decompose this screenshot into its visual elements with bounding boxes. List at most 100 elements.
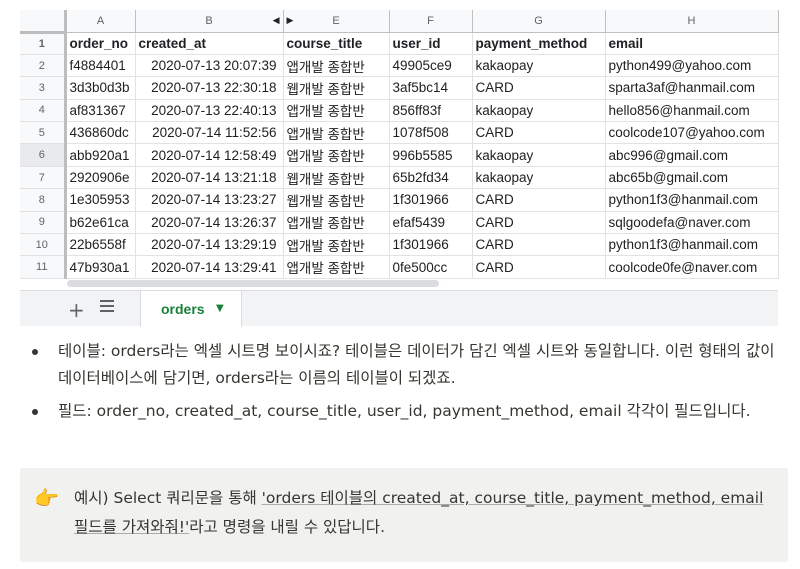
table-cell[interactable]: CARD (472, 233, 606, 257)
table-cell[interactable]: kakaopay (472, 99, 606, 123)
table-cell[interactable]: 앱개발 종합반 (283, 211, 390, 235)
table-cell[interactable]: CARD (472, 255, 606, 279)
table-cell[interactable]: python499@yahoo.com (605, 54, 779, 78)
all-sheets-list-icon[interactable] (100, 300, 114, 314)
table-cell[interactable]: 앱개발 종합반 (283, 99, 390, 123)
table-cell[interactable]: 앱개발 종합반 (283, 233, 390, 257)
table-cell[interactable]: CARD (472, 211, 606, 235)
table-cell[interactable]: 웹개발 종합반 (283, 166, 390, 190)
column-header-f[interactable]: F (389, 10, 473, 33)
table-cell[interactable]: 2020-07-14 12:58:49 (135, 143, 284, 167)
table-cell[interactable]: 웹개발 종합반 (283, 188, 390, 212)
table-cell[interactable]: 0fe500cc (389, 255, 473, 279)
column-header-b[interactable]: B ◀ (135, 10, 284, 33)
table-cell[interactable]: 49905ce9 (389, 54, 473, 78)
table-cell[interactable]: 1e305953 (65, 188, 136, 212)
table-cell[interactable]: 2020-07-13 22:40:13 (135, 99, 284, 123)
table-cell[interactable]: 2020-07-13 20:07:39 (135, 54, 284, 78)
column-header-h[interactable]: H (605, 10, 779, 33)
tab-menu-caret-icon[interactable]: ▼ (216, 303, 224, 314)
add-sheet-button[interactable]: + (68, 298, 85, 322)
table-cell[interactable]: email (605, 32, 779, 55)
table-cell[interactable]: 앱개발 종합반 (283, 255, 390, 279)
table-cell[interactable]: 웹개발 종합반 (283, 76, 390, 100)
bullet-list: 테이블: orders라는 엑셀 시트명 보이시죠? 테이블은 데이터가 담긴 … (30, 338, 790, 431)
table-cell[interactable]: created_at (135, 32, 284, 55)
table-cell[interactable]: 2020-07-14 13:26:37 (135, 211, 284, 235)
column-header-a[interactable]: A (65, 10, 136, 33)
table-cell[interactable]: 2020-07-14 13:23:27 (135, 188, 284, 212)
table-cell[interactable]: 2020-07-14 11:52:56 (135, 121, 284, 145)
table-cell[interactable]: 앱개발 종합반 (283, 121, 390, 145)
table-cell[interactable]: kakaopay (472, 54, 606, 78)
table-cell[interactable]: 앱개발 종합반 (283, 54, 390, 78)
row-number[interactable]: 1 (20, 32, 67, 55)
row-number[interactable]: 11 (20, 255, 67, 279)
table-cell[interactable]: 3d3b0d3b (65, 76, 136, 100)
table-cell[interactable]: 1f301966 (389, 233, 473, 257)
sheet-tab-orders[interactable]: orders ▼ (140, 291, 242, 327)
header-row: 1 order_no created_at course_title user_id pa… (20, 32, 779, 55)
bullet-text: 테이블: orders라는 엑셀 시트명 보이시죠? 테이블은 데이터가 담긴 … (58, 342, 775, 387)
table-cell[interactable]: coolcode107@yahoo.com (605, 121, 779, 145)
table-cell[interactable]: af831367 (65, 99, 136, 123)
table-cell[interactable]: 65b2fd34 (389, 166, 473, 190)
row-number[interactable]: 9 (20, 211, 67, 235)
table-cell[interactable]: python1f3@hanmail.com (605, 233, 779, 257)
row-number[interactable]: 5 (20, 121, 67, 145)
table-cell[interactable]: CARD (472, 76, 606, 100)
table-cell[interactable]: python1f3@hanmail.com (605, 188, 779, 212)
table-cell[interactable]: 2020-07-13 22:30:18 (135, 76, 284, 100)
column-header-g[interactable]: G (472, 10, 606, 33)
hidden-columns-right-arrow-icon[interactable]: ▶ (287, 15, 294, 26)
hidden-columns-left-arrow-icon[interactable]: ◀ (273, 15, 280, 26)
table-cell[interactable]: hello856@hanmail.com (605, 99, 779, 123)
row-number[interactable]: 6 (20, 143, 67, 167)
row-number[interactable]: 8 (20, 188, 67, 212)
row-number[interactable]: 3 (20, 76, 67, 100)
table-cell[interactable]: coolcode0fe@naver.com (605, 255, 779, 279)
table-cell[interactable]: 3af5bc14 (389, 76, 473, 100)
horizontal-scrollbar[interactable] (67, 280, 439, 287)
table-cell[interactable]: 2020-07-14 13:21:18 (135, 166, 284, 190)
bullet-item-field: 필드: order_no, created_at, course_title, … (30, 398, 790, 425)
table-cell[interactable]: sqlgoodefa@naver.com (605, 211, 779, 235)
table-cell[interactable]: CARD (472, 121, 606, 145)
table-cell[interactable]: kakaopay (472, 143, 606, 167)
table-row: 4 af831367 2020-07-13 22:40:13 앱개발 종합반 856ff… (20, 99, 779, 123)
table-cell[interactable]: sparta3af@hanmail.com (605, 76, 779, 100)
table-row: 5 436860dc 2020-07-14 11:52:56 앱개발 종합반 1078f… (20, 121, 779, 145)
table-cell[interactable]: kakaopay (472, 166, 606, 190)
table-cell[interactable]: 436860dc (65, 121, 136, 145)
table-cell[interactable]: 996b5585 (389, 143, 473, 167)
table-cell[interactable]: CARD (472, 188, 606, 212)
table-cell[interactable]: 1078f508 (389, 121, 473, 145)
table-cell[interactable]: abb920a1 (65, 143, 136, 167)
table-cell[interactable]: abc996@gmail.com (605, 143, 779, 167)
table-cell[interactable]: efaf5439 (389, 211, 473, 235)
row-number[interactable]: 10 (20, 233, 67, 257)
bullet-dot-icon (32, 409, 38, 415)
sheet-tab-label: orders (161, 301, 205, 317)
row-number[interactable]: 7 (20, 166, 67, 190)
table-cell[interactable]: 앱개발 종합반 (283, 143, 390, 167)
table-cell[interactable]: 47b930a1 (65, 255, 136, 279)
table-cell[interactable]: 1f301966 (389, 188, 473, 212)
table-cell[interactable]: 2920906e (65, 166, 136, 190)
column-header-e[interactable]: ▶ E (283, 10, 390, 33)
table-cell[interactable]: order_no (65, 32, 136, 55)
select-all-corner[interactable] (20, 10, 67, 34)
table-cell[interactable]: user_id (389, 32, 473, 55)
table-cell[interactable]: b62e61ca (65, 211, 136, 235)
table-cell[interactable]: abc65b@gmail.com (605, 166, 779, 190)
table-cell[interactable]: f4884401 (65, 54, 136, 78)
row-number[interactable]: 4 (20, 99, 67, 123)
row-number[interactable]: 2 (20, 54, 67, 78)
table-cell[interactable]: 856ff83f (389, 99, 473, 123)
table-cell[interactable]: 22b6558f (65, 233, 136, 257)
table-row: 7 2920906e 2020-07-14 13:21:18 웹개발 종합반 65b2f… (20, 166, 779, 190)
table-cell[interactable]: course_title (283, 32, 390, 55)
table-cell[interactable]: 2020-07-14 13:29:19 (135, 233, 284, 257)
table-cell[interactable]: payment_method (472, 32, 606, 55)
table-cell[interactable]: 2020-07-14 13:29:41 (135, 255, 284, 279)
